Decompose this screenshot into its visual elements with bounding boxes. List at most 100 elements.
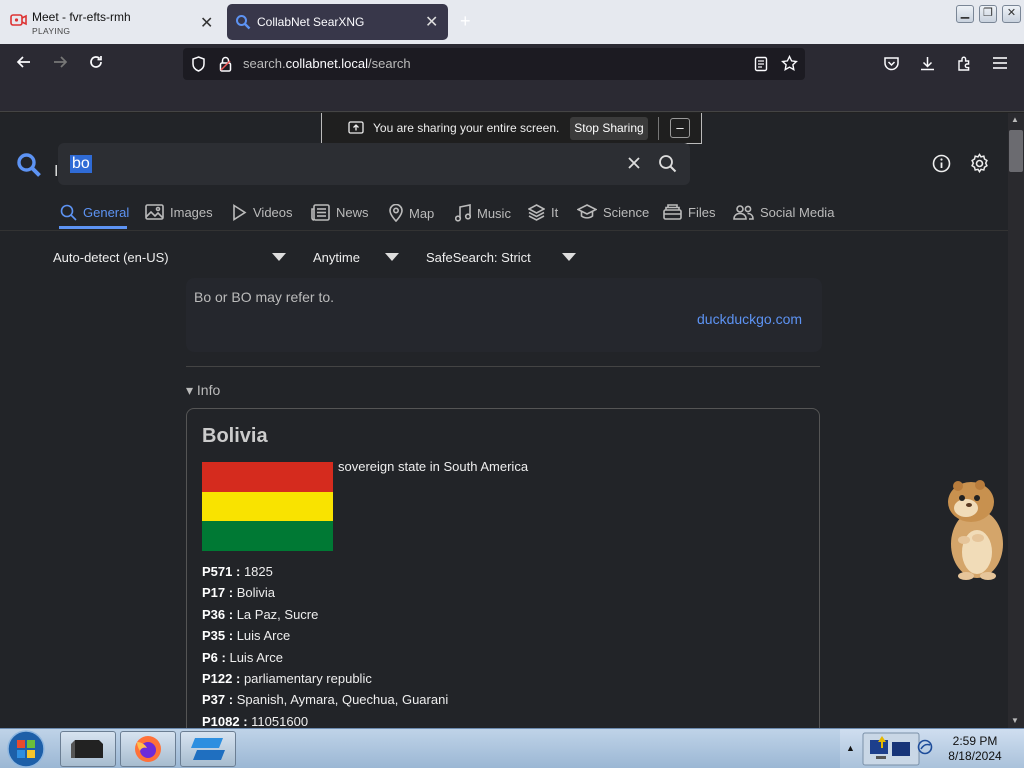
screen: Meet - fvr-efts-rmh PLAYING ✕ CollabNet … <box>0 0 1024 768</box>
minimize-share-bar-button[interactable]: – <box>670 118 690 138</box>
property-value: Luis Arce <box>229 650 283 665</box>
searxng-page: You are sharing your entire screen. Stop… <box>0 113 1008 728</box>
info-toggle[interactable]: ▾ Info <box>186 382 220 399</box>
reader-view-icon[interactable] <box>754 56 768 77</box>
tab-social-media[interactable]: Social Media <box>733 204 834 220</box>
settings-gear-icon[interactable] <box>969 153 990 179</box>
infobox-description: sovereign state in South America <box>338 459 529 474</box>
taskbar-app-remote[interactable] <box>180 731 236 767</box>
network-globe-icon[interactable] <box>917 739 933 760</box>
screen-share-bar: You are sharing your entire screen. Stop… <box>321 113 702 144</box>
results-divider <box>186 366 820 367</box>
page-scrollbar[interactable] <box>1008 113 1024 728</box>
reload-button[interactable] <box>80 48 112 80</box>
infobox-property: P37 : Spanish, Aymara, Quechua, Guarani <box>202 692 448 707</box>
start-button-icon[interactable] <box>6 730 46 768</box>
answer-box: Bo or BO may refer to. duckduckgo.com <box>186 278 822 352</box>
property-value: 1825 <box>243 564 273 579</box>
infobox-property: P1082 : 11051600 <box>202 714 308 728</box>
pocket-icon[interactable] <box>883 56 900 77</box>
search-submit-icon[interactable] <box>658 154 677 178</box>
url-text[interactable]: search.collabnet.local/search <box>243 56 411 71</box>
search-input[interactable]: bo <box>70 155 92 173</box>
scroll-down-arrow-icon[interactable]: ▼ <box>1011 716 1019 725</box>
safesearch-select[interactable]: SafeSearch: Strict <box>426 250 531 265</box>
image-icon <box>145 204 164 220</box>
share-bar-divider <box>658 117 659 140</box>
searxng-logo-icon[interactable] <box>16 152 42 183</box>
new-tab-icon[interactable]: + <box>460 11 471 32</box>
music-note-icon <box>455 204 471 222</box>
remote-desktop-icon <box>191 738 225 760</box>
shield-icon[interactable] <box>191 56 206 77</box>
search-box[interactable]: bo <box>58 143 690 185</box>
tab-science-label: Science <box>603 204 650 220</box>
download-icon[interactable] <box>919 55 936 77</box>
navigation-bar: search.collabnet.local/search <box>0 44 1024 112</box>
time-range-dropdown-arrow-icon[interactable] <box>385 253 399 261</box>
scrollbar-thumb[interactable] <box>1009 130 1023 172</box>
tab-music[interactable]: Music <box>455 204 511 222</box>
tab-meet[interactable]: Meet - fvr-efts-rmh PLAYING ✕ <box>4 4 224 40</box>
stop-sharing-button[interactable]: Stop Sharing <box>570 117 648 140</box>
time-range-select[interactable]: Anytime <box>313 250 360 265</box>
scroll-up-arrow-icon[interactable]: ▲ <box>1011 115 1019 124</box>
share-screen-icon <box>348 121 364 140</box>
tab-it[interactable]: It <box>528 204 558 221</box>
language-select[interactable]: Auto-detect (en-US) <box>53 250 169 265</box>
language-dropdown-arrow-icon[interactable] <box>272 253 286 261</box>
tab-map[interactable]: Map <box>389 204 434 222</box>
lock-icon[interactable] <box>219 56 232 77</box>
tab-searxng[interactable]: CollabNet SearXNG ✕ <box>227 4 448 40</box>
tab-map-label: Map <box>409 205 435 221</box>
extensions-icon[interactable] <box>956 55 973 77</box>
tab-social-media-label: Social Media <box>760 204 835 220</box>
infobox-property: P17 : Bolivia <box>202 585 275 600</box>
tab-videos[interactable]: Videos <box>232 204 293 221</box>
tab-images[interactable]: Images <box>145 204 213 220</box>
file-tray-icon <box>663 204 682 220</box>
show-hidden-icons-icon[interactable]: ▲ <box>846 743 855 753</box>
tab-files[interactable]: Files <box>663 204 715 220</box>
tab-general[interactable]: General <box>60 204 129 221</box>
property-value: 11051600 <box>251 714 309 728</box>
property-key: P17 : <box>202 585 234 600</box>
tab-videos-label: Videos <box>253 205 293 220</box>
property-key: P6 : <box>202 650 226 665</box>
close-window-button[interactable]: ✕ <box>1002 5 1021 23</box>
category-divider <box>0 230 1008 231</box>
tab-science[interactable]: Science <box>577 204 649 220</box>
taskbar-app-firefox[interactable] <box>120 731 176 767</box>
clear-search-icon[interactable] <box>626 155 642 176</box>
answer-source-link[interactable]: duckduckgo.com <box>697 311 802 327</box>
network-monitor-icon[interactable] <box>862 732 920 768</box>
info-icon[interactable] <box>932 154 951 178</box>
property-key: P571 : <box>202 564 241 579</box>
infobox-title: Bolivia <box>202 425 268 447</box>
property-key: P35 : <box>202 628 234 643</box>
people-icon <box>733 205 754 220</box>
close-icon[interactable]: ✕ <box>200 13 213 33</box>
menu-hamburger-icon[interactable] <box>992 56 1008 75</box>
taskbar-clock[interactable]: 2:59 PM 8/18/2024 <box>940 734 1010 764</box>
meet-icon <box>10 12 28 33</box>
tab-playing-label: PLAYING <box>32 26 71 36</box>
tab-general-label: General <box>83 205 130 220</box>
back-button[interactable] <box>8 48 40 80</box>
search-favicon-icon <box>235 14 251 35</box>
infobox-property: P122 : parliamentary republic <box>202 671 372 686</box>
tab-news[interactable]: News <box>311 204 369 221</box>
back-arrow-icon <box>16 56 30 68</box>
forward-button[interactable] <box>44 48 76 80</box>
hamster-sticker-icon <box>944 478 1006 587</box>
taskbar-app-terminal[interactable] <box>60 731 116 767</box>
search-icon <box>60 204 77 221</box>
infobox-property: P6 : Luis Arce <box>202 650 283 665</box>
safesearch-dropdown-arrow-icon[interactable] <box>562 253 576 261</box>
close-icon[interactable]: ✕ <box>425 12 438 32</box>
url-bar[interactable]: search.collabnet.local/search <box>183 48 805 80</box>
bookmark-star-icon[interactable] <box>781 54 798 77</box>
newspaper-icon <box>311 204 330 221</box>
minimize-window-button[interactable]: ▁ <box>956 5 974 23</box>
maximize-window-button[interactable]: ❐ <box>979 5 997 23</box>
